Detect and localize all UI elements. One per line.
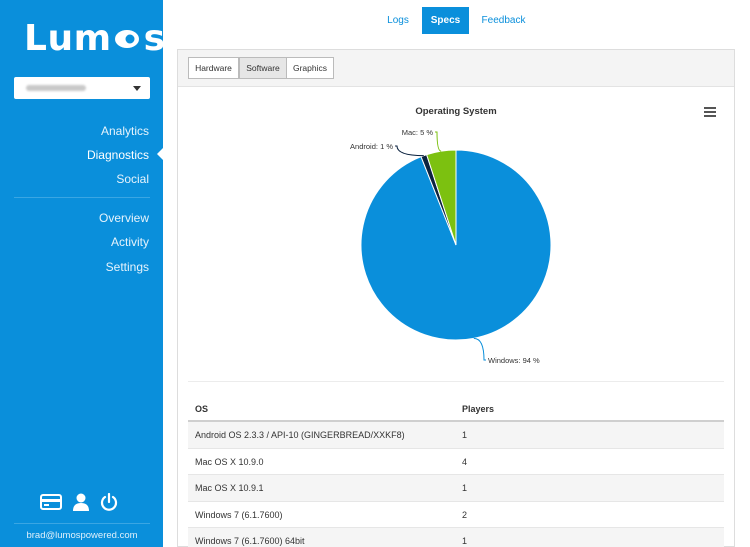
- cell-players: 1: [462, 536, 468, 546]
- pie-leader-line: [473, 337, 486, 361]
- sidebar-footer-divider: [14, 523, 150, 524]
- pie-leader-line: [395, 145, 424, 157]
- table-header: OS Players: [188, 396, 724, 422]
- sidebar-item-analytics[interactable]: Analytics: [101, 124, 149, 138]
- sidebar-divider: [14, 197, 150, 198]
- sidebar-item-settings[interactable]: Settings: [106, 260, 149, 274]
- cell-os: Mac OS X 10.9.0: [195, 456, 264, 467]
- logo-text: Lum: [24, 18, 112, 59]
- cell-os: Android OS 2.3.3 / API-10 (GINGERBREAD/X…: [195, 430, 405, 440]
- pie-label-mac: Mac: 5 %: [402, 128, 434, 137]
- table-row: Mac OS X 10.9.0 4: [188, 449, 724, 475]
- cell-os: Mac OS X 10.9.1: [195, 483, 264, 493]
- cell-players: 4: [462, 456, 468, 467]
- sidebar-footer-icons: [40, 492, 118, 516]
- game-selector-dropdown[interactable]: [14, 77, 150, 99]
- cell-players: 1: [462, 483, 468, 493]
- sidebar-item-activity[interactable]: Activity: [111, 235, 149, 249]
- sidebar-item-social[interactable]: Social: [116, 172, 149, 186]
- logo-eye-icon: [114, 29, 139, 48]
- tab-software[interactable]: Software: [239, 57, 287, 79]
- pie-chart: Windows: 94 % Android: 1 % Mac: 5 %: [350, 128, 552, 365]
- tab-logs[interactable]: Logs: [380, 7, 416, 34]
- os-chart: Operating System Windows: 94 % Android: 1…: [188, 93, 724, 383]
- credit-card-icon[interactable]: [40, 494, 62, 515]
- sidebar: Lum s Analytics Diagnostics Social Overv…: [0, 0, 166, 547]
- pie-label-windows: Windows: 94 %: [488, 356, 540, 365]
- table-row: Android OS 2.3.3 / API-10 (GINGERBREAD/X…: [188, 422, 724, 449]
- user-email: brad@lumospowered.com: [26, 530, 138, 541]
- game-selector-value: [26, 85, 86, 91]
- sidebar-item-overview[interactable]: Overview: [99, 211, 149, 225]
- lumos-logo[interactable]: Lum s: [24, 18, 166, 59]
- tab-feedback[interactable]: Feedback: [476, 7, 531, 34]
- table-row: Mac OS X 10.9.1 1: [188, 475, 724, 502]
- table-row: Windows 7 (6.1.7600) 64bit 1: [188, 528, 724, 547]
- pie-label-android: Android: 1 %: [350, 142, 393, 151]
- pie-leader-line: [435, 131, 442, 152]
- tab-hardware[interactable]: Hardware: [188, 57, 239, 79]
- tab-graphics[interactable]: Graphics: [286, 57, 334, 79]
- header-players: Players: [462, 404, 495, 414]
- user-icon[interactable]: [72, 493, 90, 516]
- power-icon[interactable]: [100, 492, 118, 516]
- active-nav-pointer: [157, 148, 163, 160]
- cell-players: 2: [462, 509, 468, 520]
- sub-tab-bar: Hardware Software Graphics: [178, 50, 734, 87]
- tab-specs[interactable]: Specs: [422, 7, 469, 34]
- cell-os: Windows 7 (6.1.7600): [195, 509, 283, 520]
- chart-divider: [188, 381, 724, 382]
- specs-panel: Hardware Software Graphics Operating Sys…: [177, 49, 735, 547]
- os-table: OS Players Android OS 2.3.3 / API-10 (GI…: [188, 396, 724, 547]
- cell-players: 1: [462, 430, 468, 440]
- sidebar-item-diagnostics[interactable]: Diagnostics: [87, 148, 149, 162]
- header-os: OS: [195, 404, 209, 414]
- chevron-down-icon: [133, 86, 141, 91]
- table-row: Windows 7 (6.1.7600) 2: [188, 502, 724, 528]
- top-tabs: Logs Specs Feedback: [163, 0, 750, 44]
- cell-os: Windows 7 (6.1.7600) 64bit: [195, 536, 305, 546]
